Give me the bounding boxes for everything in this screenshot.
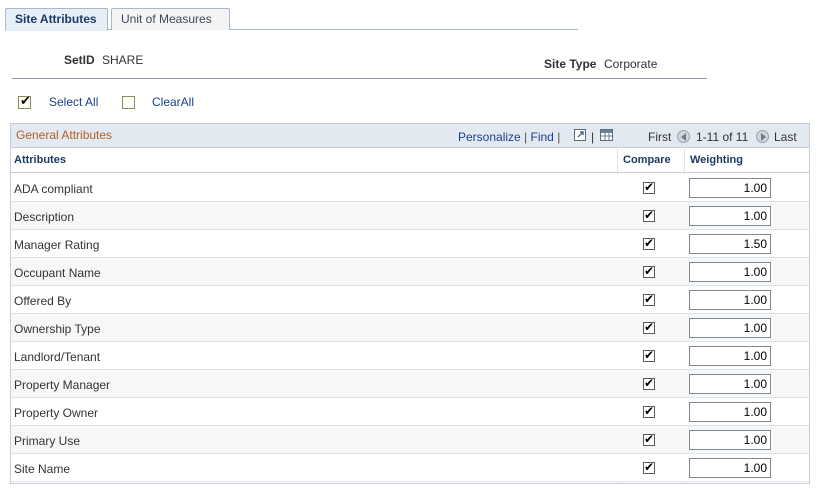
weighting-input[interactable]: 1.00 — [689, 178, 771, 198]
setid-value: SHARE — [102, 53, 144, 67]
attribute-name: Property Manager — [14, 378, 111, 392]
table-row: Manager Rating ✔ 1.50 — [11, 230, 809, 258]
header-divider — [12, 78, 707, 79]
attribute-name: Landlord/Tenant — [14, 350, 101, 364]
table-row: Occupant Name ✔ 1.00 — [11, 258, 809, 286]
table-row: Site Name ✔ 1.00 — [11, 454, 809, 482]
weighting-input[interactable]: 1.00 — [689, 346, 771, 366]
weighting-input[interactable]: 1.00 — [689, 430, 771, 450]
attribute-name: Manager Rating — [14, 238, 100, 252]
compare-checkbox[interactable]: ✔ — [643, 404, 655, 418]
find-link[interactable]: Find — [531, 130, 554, 144]
next-arrow-icon[interactable] — [756, 130, 769, 143]
tab-bar: Site Attributes Unit of Measures — [5, 7, 578, 31]
nav-separator: | — [591, 130, 595, 144]
clear-all-link[interactable]: ClearAll — [152, 95, 194, 109]
weighting-input[interactable]: 1.00 — [689, 290, 771, 310]
row-range: 1-11 of 11 — [696, 130, 749, 144]
checkmark-icon: ✔ — [644, 404, 655, 418]
compare-checkbox[interactable]: ✔ — [643, 292, 655, 306]
weighting-input[interactable]: 1.00 — [689, 402, 771, 422]
weighting-input[interactable]: 1.00 — [689, 458, 771, 478]
checkmark-icon: ✔ — [644, 348, 655, 362]
compare-checkbox[interactable]: ✔ — [643, 236, 655, 250]
column-header-attributes[interactable]: Attributes — [14, 154, 66, 166]
table-row: Landlord/Tenant ✔ 1.00 — [11, 342, 809, 370]
compare-checkbox[interactable]: ✔ — [643, 320, 655, 334]
attribute-name: Description — [14, 210, 75, 224]
checkmark-icon: ✔ — [644, 264, 655, 278]
site-type-label: Site Type — [544, 57, 597, 71]
weighting-input[interactable]: 1.00 — [689, 206, 771, 226]
site-type-value: Corporate — [604, 57, 658, 71]
checkmark-icon: ✔ — [644, 432, 655, 446]
compare-checkbox[interactable]: ✔ — [643, 376, 655, 390]
checkmark-icon: ✔ — [644, 292, 655, 306]
attribute-name: Primary Use — [14, 434, 81, 448]
table-row: Description ✔ 1.00 — [11, 202, 809, 230]
compare-checkbox[interactable]: ✔ — [643, 460, 655, 474]
compare-checkbox[interactable]: ✔ — [643, 264, 655, 278]
tab-site-attributes[interactable]: Site Attributes — [5, 8, 108, 31]
checkmark-icon: ✔ — [644, 208, 655, 222]
new-window-icon[interactable] — [574, 129, 586, 141]
column-headers: Attributes Compare Weighting — [11, 149, 809, 173]
attribute-name: ADA compliant — [14, 182, 93, 196]
personalize-link[interactable]: Personalize — [458, 130, 521, 144]
general-attributes-grid: General Attributes Personalize | Find | … — [10, 123, 810, 484]
table-row: Ownership Type ✔ 1.00 — [11, 314, 809, 342]
checkmark-icon: ✔ — [644, 236, 655, 250]
last-label: Last — [774, 130, 797, 144]
compare-checkbox[interactable]: ✔ — [643, 180, 655, 194]
table-row: Offered By ✔ 1.00 — [11, 286, 809, 314]
column-header-compare[interactable]: Compare — [623, 154, 671, 166]
select-all-icon[interactable]: ✔ — [18, 94, 31, 109]
column-header-weighting[interactable]: Weighting — [690, 154, 743, 166]
attribute-name: Site Name — [14, 462, 71, 476]
weighting-input[interactable]: 1.00 — [689, 318, 771, 338]
attribute-name: Property Owner — [14, 406, 99, 420]
attribute-name: Offered By — [14, 294, 72, 308]
first-label: First — [648, 130, 672, 144]
setid-label: SetID — [64, 53, 95, 67]
tab-unit-of-measures[interactable]: Unit of Measures — [111, 8, 230, 30]
spreadsheet-icon[interactable] — [600, 129, 613, 141]
attribute-name: Occupant Name — [14, 266, 101, 280]
grid-header: General Attributes Personalize | Find | … — [11, 124, 809, 148]
checkmark-icon: ✔ — [644, 376, 655, 390]
attribute-name: Ownership Type — [14, 322, 101, 336]
compare-checkbox[interactable]: ✔ — [643, 432, 655, 446]
previous-arrow-icon[interactable] — [677, 130, 690, 143]
table-row: Primary Use ✔ 1.00 — [11, 426, 809, 454]
select-all-link[interactable]: Select All — [49, 95, 98, 109]
weighting-input[interactable]: 1.50 — [689, 234, 771, 254]
table-row: ADA compliant ✔ 1.00 — [11, 174, 809, 202]
checkmark-icon: ✔ — [644, 180, 655, 194]
nav-separator: | — [557, 130, 561, 144]
weighting-input[interactable]: 1.00 — [689, 262, 771, 282]
compare-checkbox[interactable]: ✔ — [643, 208, 655, 222]
table-row: Property Owner ✔ 1.00 — [11, 398, 809, 426]
weighting-input[interactable]: 1.00 — [689, 374, 771, 394]
checkmark-icon: ✔ — [644, 460, 655, 474]
clear-all-icon[interactable] — [122, 96, 135, 109]
grid-title: General Attributes — [16, 128, 113, 142]
table-row: Property Manager ✔ 1.00 — [11, 370, 809, 398]
checkmark-icon: ✔ — [644, 320, 655, 334]
compare-checkbox[interactable]: ✔ — [643, 348, 655, 362]
